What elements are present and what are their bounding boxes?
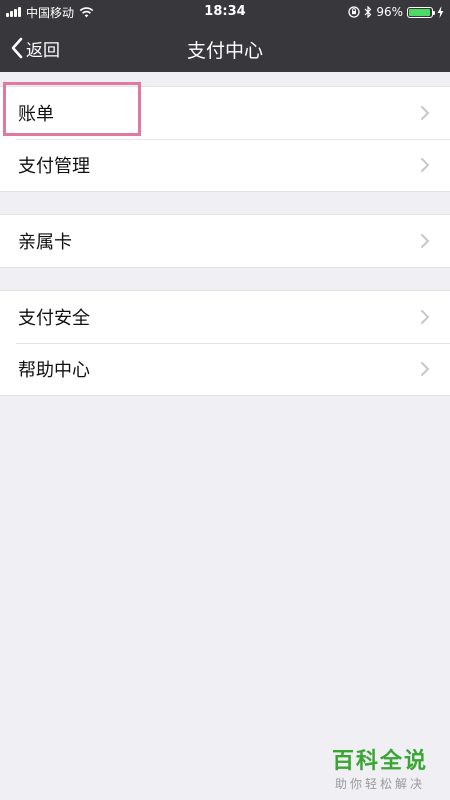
menu-group-3: 支付安全 帮助中心	[0, 290, 450, 396]
menu-item-label: 支付管理	[18, 156, 90, 177]
charging-icon	[437, 6, 444, 18]
watermark-title: 百科全说	[331, 749, 428, 774]
orientation-lock-icon	[348, 6, 360, 18]
status-right: 96%	[348, 4, 444, 20]
menu-group-2: 亲属卡	[0, 214, 450, 268]
menu-item-payment-management[interactable]: 支付管理	[0, 139, 450, 191]
chevron-right-icon	[421, 234, 429, 248]
menu-item-label: 帮助中心	[18, 360, 90, 381]
menu-item-family-card[interactable]: 亲属卡	[0, 215, 450, 267]
menu-item-help-center[interactable]: 帮助中心	[0, 343, 450, 395]
menu-item-label: 支付安全	[18, 308, 90, 329]
bluetooth-icon	[364, 6, 372, 18]
battery-icon	[407, 6, 435, 18]
page-title: 支付中心	[186, 40, 263, 62]
menu-group-1: 账单 支付管理	[0, 86, 450, 192]
chevron-right-icon	[421, 158, 429, 172]
top-bar: 中国移动 18:34 96% 返回 支付中心	[0, 0, 450, 72]
menu-item-bill[interactable]: 账单	[0, 87, 450, 139]
battery-percent: 96%	[376, 5, 403, 19]
menu-item-payment-security[interactable]: 支付安全	[0, 291, 450, 343]
chevron-right-icon	[421, 106, 429, 120]
watermark-subtitle: 助你轻松解决	[334, 777, 425, 791]
status-bar: 中国移动 18:34 96%	[0, 0, 450, 24]
menu-item-label: 亲属卡	[18, 232, 72, 253]
chevron-right-icon	[421, 310, 429, 324]
chevron-right-icon	[421, 362, 429, 376]
battery-level	[409, 8, 431, 16]
menu-item-label: 账单	[18, 104, 54, 125]
nav-bar: 返回 支付中心	[0, 24, 450, 72]
watermark: 百科全说 助你轻松解决	[320, 748, 440, 792]
